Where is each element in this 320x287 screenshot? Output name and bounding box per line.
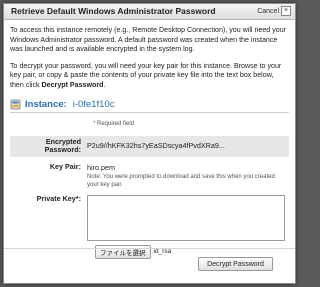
dialog-footer: Decrypt Password	[4, 248, 295, 283]
cancel-label: Cancel	[257, 7, 279, 15]
intro-paragraph-2-action: Decrypt Password	[41, 80, 104, 89]
key-pair-row: Key Pair: hiro.pem Note: You were prompt…	[10, 161, 289, 190]
dialog-title: Retrieve Default Windows Administrator P…	[11, 6, 216, 16]
encrypted-password-value: P2u9//hKFK32hs7yEaSDscya4fPvdXRa9...	[87, 141, 225, 151]
close-icon[interactable]: ×	[281, 6, 291, 16]
encrypted-password-label: Encrypted Password:	[44, 136, 81, 154]
key-pair-value: hiro.pem	[87, 162, 115, 172]
dialog-titlebar: Retrieve Default Windows Administrator P…	[4, 4, 295, 20]
encrypted-password-row: Encrypted Password: P2u9//hKFK32hs7yEaSD…	[10, 135, 289, 157]
private-key-label: Private Key*:	[36, 194, 81, 203]
instance-icon	[10, 99, 21, 110]
private-key-textarea[interactable]	[87, 195, 285, 241]
key-pair-note: Note: You were prompted to download and …	[87, 174, 275, 188]
intro-paragraph-1: To access this instance remotely (e.g., …	[10, 26, 286, 53]
private-key-row: Private Key*:	[10, 194, 289, 241]
intro-paragraph-2-suffix: .	[103, 80, 106, 89]
key-pair-label: Key Pair:	[49, 161, 81, 171]
key-pair-value-block: hiro.pem Note: You were prompted to down…	[87, 163, 282, 190]
cancel-button[interactable]: Cancel ×	[257, 6, 291, 16]
instance-header: Instance: i-0fe1f10c	[10, 97, 289, 113]
instance-id: i-0fe1f10c	[72, 98, 115, 110]
required-field-note: * Required field	[93, 121, 135, 127]
dialog-body: To access this instance remotely (e.g., …	[4, 20, 295, 259]
intro-paragraph-2: To decrypt your password, you will need …	[10, 62, 289, 91]
decrypt-password-button[interactable]: Decrypt Password	[198, 257, 273, 271]
instance-label: Instance:	[25, 98, 67, 110]
retrieve-password-dialog: Retrieve Default Windows Administrator P…	[3, 3, 296, 284]
